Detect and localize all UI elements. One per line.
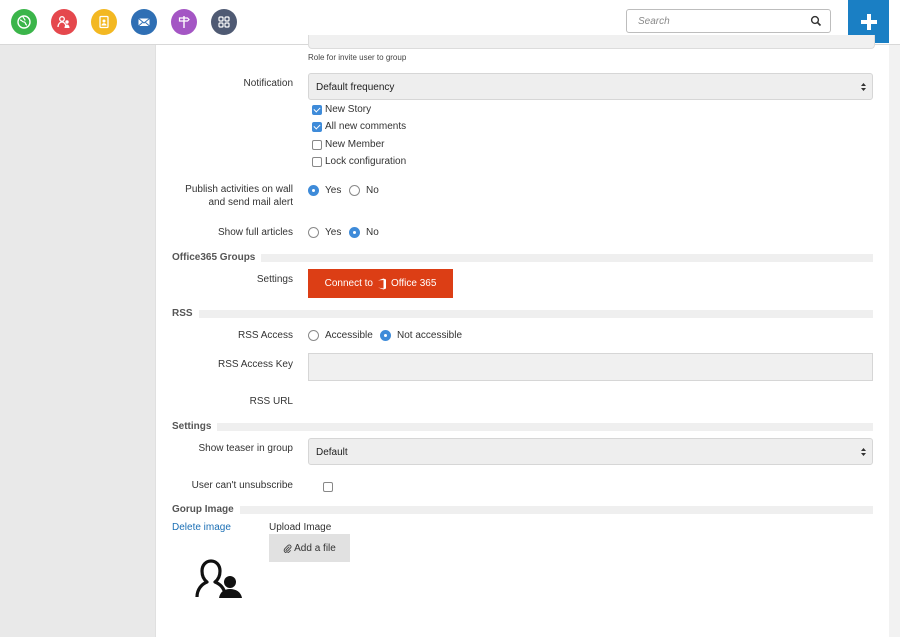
radio-full-articles-no[interactable]: No: [349, 227, 379, 238]
checkbox-box[interactable]: [312, 104, 322, 115]
radio-button[interactable]: [349, 227, 360, 238]
group-settings-form: Role for invite user to group Notificati…: [155, 35, 889, 637]
publish-activities-label: Publish activities on wall and send mail…: [156, 183, 293, 209]
mail-icon[interactable]: [131, 9, 157, 35]
search-input[interactable]: [627, 10, 813, 32]
connect-office365-button[interactable]: Connect to Office 365: [308, 269, 453, 298]
search-box: [626, 9, 831, 33]
show-full-articles-label: Show full articles: [217, 227, 293, 238]
group-avatar-icon: [195, 559, 242, 598]
checkbox-label: New Story: [325, 104, 372, 115]
show-teaser-label: Show teaser in group: [198, 443, 293, 454]
upload-image-label: Upload Image: [269, 522, 332, 533]
show-teaser-select[interactable]: Default: [308, 438, 873, 465]
office365-section-header: Office365 Groups: [172, 252, 873, 264]
rss-access-key-label: RSS Access Key: [217, 359, 293, 370]
rss-section-header: RSS: [172, 308, 873, 320]
radio-button[interactable]: [380, 330, 391, 341]
checkbox-box[interactable]: [312, 156, 322, 167]
section-title: Settings: [172, 421, 218, 432]
checkbox-lock-configuration[interactable]: Lock configuration: [312, 156, 406, 167]
radio-full-articles-yes[interactable]: Yes: [308, 227, 341, 238]
settings-section-header: Settings: [172, 421, 873, 433]
show-teaser-value: Default: [316, 447, 348, 458]
checkbox-new-member[interactable]: New Member: [312, 139, 384, 150]
rss-access-key-field[interactable]: [308, 353, 873, 381]
paperclip-icon: [283, 544, 292, 553]
radio-label: No: [366, 227, 379, 238]
notification-label: Notification: [243, 78, 293, 89]
checkbox-label: New Member: [325, 139, 385, 150]
radio-button[interactable]: [349, 185, 360, 196]
search-icon[interactable]: [810, 15, 822, 27]
office365-settings-label: Settings: [256, 274, 293, 285]
radio-label: Not accessible: [397, 330, 463, 341]
checkbox-new-story[interactable]: New Story: [312, 104, 371, 115]
globe-icon[interactable]: [11, 9, 37, 35]
publish-label-line1: Publish activities on wall: [185, 184, 293, 195]
notification-select[interactable]: Default frequency: [308, 73, 873, 100]
section-divider: [172, 423, 873, 431]
role-select-field[interactable]: [308, 35, 875, 49]
add-file-button[interactable]: Add a file: [269, 534, 350, 562]
radio-button[interactable]: [308, 330, 319, 341]
notification-select-value: Default frequency: [316, 82, 395, 93]
section-divider: [172, 310, 873, 318]
address-book-icon[interactable]: [91, 9, 117, 35]
connect-button-text: Connect to: [324, 278, 373, 289]
radio-label: Accessible: [325, 330, 373, 341]
select-arrows-icon: [861, 83, 866, 91]
plus-icon: [860, 13, 877, 30]
radio-rss-not-accessible[interactable]: Not accessible: [380, 330, 462, 341]
add-file-label: Add a file: [294, 542, 336, 554]
unsubscribe-label: User can't unsubscribe: [191, 480, 293, 491]
checkbox-box[interactable]: [323, 482, 333, 492]
rss-access-label: RSS Access: [237, 330, 293, 341]
people-icon[interactable]: [51, 9, 77, 35]
right-gutter: [888, 45, 900, 637]
radio-publish-yes[interactable]: Yes: [308, 185, 341, 196]
section-title: Office365 Groups: [172, 252, 262, 263]
delete-image-link[interactable]: Delete image: [172, 522, 231, 533]
unsubscribe-checkbox[interactable]: [323, 482, 336, 492]
office365-brand-text: Office 365: [390, 278, 437, 289]
radio-rss-accessible[interactable]: Accessible: [308, 330, 373, 341]
radio-button[interactable]: [308, 185, 319, 196]
checkbox-label: Lock configuration: [325, 156, 407, 167]
radio-label: Yes: [325, 185, 342, 196]
radio-publish-no[interactable]: No: [349, 185, 379, 196]
role-help-text: Role for invite user to group: [308, 53, 407, 62]
radio-label: No: [366, 185, 379, 196]
section-title: Gorup Image: [172, 504, 240, 515]
office365-logo-icon: [377, 278, 386, 289]
section-divider: [172, 506, 873, 514]
checkbox-label: All new comments: [325, 121, 407, 132]
publish-label-line2: and send mail alert: [208, 197, 294, 208]
grid-icon[interactable]: [211, 9, 237, 35]
radio-button[interactable]: [308, 227, 319, 238]
rss-url-label: RSS URL: [249, 396, 293, 407]
section-title: RSS: [172, 308, 199, 319]
checkbox-box[interactable]: [312, 139, 322, 150]
signpost-icon[interactable]: [171, 9, 197, 35]
checkbox-all-new-comments[interactable]: All new comments: [312, 121, 406, 132]
radio-label: Yes: [325, 227, 342, 238]
section-divider: [172, 254, 873, 262]
checkbox-box[interactable]: [312, 121, 322, 132]
select-arrows-icon: [861, 448, 866, 456]
group-image-section-header: Gorup Image: [172, 504, 873, 516]
